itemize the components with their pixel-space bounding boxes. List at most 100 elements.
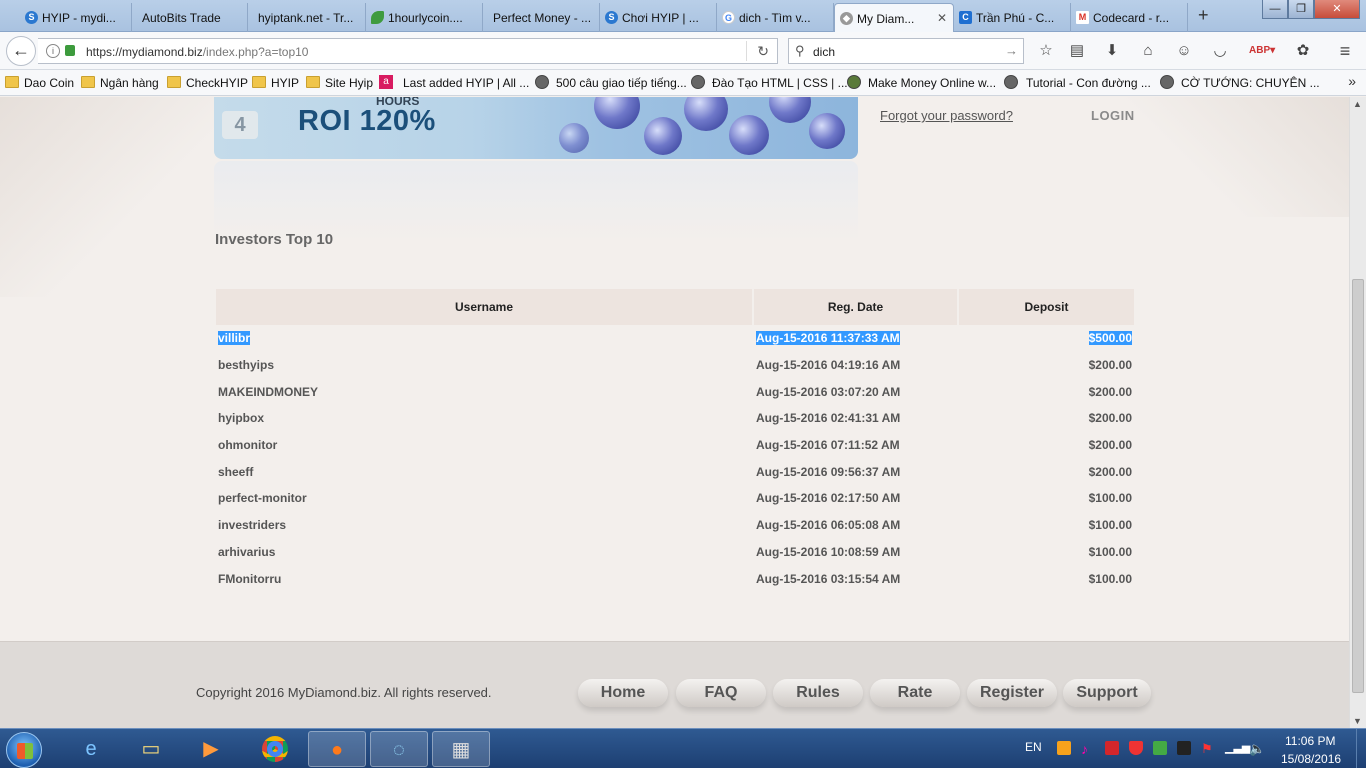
username-cell: hyipbox	[216, 405, 753, 432]
scrollbar-thumb[interactable]	[1352, 279, 1364, 693]
internet-explorer-icon[interactable]: e	[62, 731, 120, 767]
lock-icon[interactable]	[65, 45, 75, 56]
firefox-icon[interactable]: ●	[308, 731, 366, 767]
vertical-scrollbar[interactable]: ▲ ▼	[1349, 97, 1366, 728]
address-bar[interactable]: i https://mydiamond.biz/index.php?a=top1…	[38, 38, 778, 64]
footer-nav-rules[interactable]: Rules	[773, 679, 863, 707]
language-indicator[interactable]: EN	[1025, 740, 1042, 754]
tab-perfect-money[interactable]: Perfect Money - ...	[483, 3, 600, 32]
search-icon: ⚲	[795, 43, 805, 58]
new-tab-button[interactable]: +	[1198, 5, 1209, 26]
tab-tran-phu[interactable]: C Trần Phú - C...	[954, 3, 1071, 32]
bookmark-site-hyip[interactable]: Site Hyip	[306, 76, 373, 90]
scroll-up-icon[interactable]: ▲	[1353, 99, 1362, 109]
leaf-icon	[371, 11, 384, 24]
username-cell-text: hyipbox	[218, 411, 265, 426]
bookmark-ngan-hang[interactable]: Ngân hàng	[81, 76, 159, 90]
monitor-icon[interactable]	[1177, 741, 1191, 755]
bookmark-dao-tao-html[interactable]: Đào Tạo HTML | CSS | ...	[691, 75, 848, 90]
diamond-decoration	[644, 117, 682, 155]
bookmark-500-cau[interactable]: 500 câu giao tiếp tiếng...	[535, 75, 687, 90]
shield-icon[interactable]	[1129, 741, 1143, 755]
folder-icon	[252, 76, 266, 88]
deposit-cell-text: $200.00	[1088, 358, 1132, 373]
bookmarks-menu-icon[interactable]: ▤	[1068, 42, 1086, 60]
bookmark-last-added-hyip[interactable]: a Last added HYIP | All ...	[379, 75, 529, 90]
tab-label: hyiptank.net - Tr...	[258, 11, 354, 25]
close-window-button[interactable]: ✕	[1314, 0, 1360, 19]
chrome-icon[interactable]	[246, 731, 304, 767]
tab-hyip-mydiamond[interactable]: S HYIP - mydi...	[20, 3, 132, 32]
home-icon[interactable]: ⌂	[1139, 42, 1157, 60]
footer-nav-support[interactable]: Support	[1063, 679, 1151, 707]
file-explorer-icon[interactable]: ▭	[122, 731, 180, 767]
username-cell-text: MAKEINDMONEY	[218, 384, 319, 399]
table-row: hyipbox Aug-15-2016 02:41:31 AM $200.00	[216, 405, 1134, 432]
bookmark-co-tuong[interactable]: CỜ TƯỚNG: CHUYÊN ...	[1160, 75, 1320, 90]
reg-date-cell-text: Aug-15-2016 09:56:37 AM	[756, 464, 901, 479]
windows-logo-icon	[17, 743, 33, 759]
hyip-icon: S	[605, 11, 618, 24]
table-row: perfect-monitor Aug-15-2016 02:17:50 AM $1…	[216, 485, 1134, 512]
reg-date-cell: Aug-15-2016 10:08:59 AM	[753, 539, 958, 566]
bookmark-star-icon[interactable]: ☆	[1037, 42, 1055, 60]
bookmark-hyip[interactable]: HYIP	[252, 76, 299, 90]
reg-date-cell-text: Aug-15-2016 04:19:16 AM	[756, 358, 901, 373]
flag-icon[interactable]: ⚑	[1201, 741, 1215, 756]
chat-icon[interactable]: ☺	[1175, 42, 1193, 60]
search-value: dich	[813, 45, 836, 59]
forgot-password-link[interactable]: Forgot your password?	[880, 108, 1013, 123]
calculator-icon[interactable]: ▦	[432, 731, 490, 767]
bookmark-make-money[interactable]: Make Money Online w...	[847, 75, 996, 90]
footer-nav-register[interactable]: Register	[967, 679, 1057, 707]
vivaldi-icon[interactable]	[1105, 741, 1119, 755]
footer-nav-home[interactable]: Home	[578, 679, 668, 707]
tab-autobits-trade[interactable]: AutoBits Trade	[132, 3, 248, 32]
tab-codecard[interactable]: M Codecard - r...	[1071, 3, 1188, 32]
globe-icon	[535, 75, 549, 89]
pocket-icon[interactable]: ◡	[1211, 42, 1229, 60]
login-button[interactable]: LOGIN	[1091, 108, 1135, 123]
footer-nav-faq[interactable]: FAQ	[676, 679, 766, 707]
bookmarks-overflow-icon[interactable]: »	[1348, 73, 1356, 89]
search-go-icon[interactable]: →	[1005, 43, 1018, 58]
bookmark-tutorial[interactable]: Tutorial - Con đường ...	[1004, 75, 1151, 90]
deposit-cell: $500.00	[958, 325, 1134, 352]
table-body: villibr Aug-15-2016 11:37:33 AM $500.00 bes…	[216, 325, 1134, 592]
reload-icon[interactable]: ↻	[757, 43, 769, 60]
scroll-down-icon[interactable]: ▼	[1353, 716, 1362, 726]
downloads-icon[interactable]: ⬇	[1103, 42, 1121, 60]
tab-my-diamond[interactable]: ◆ My Diam... ✕	[834, 3, 954, 32]
show-desktop-button[interactable]	[1356, 729, 1366, 768]
bookmark-checkhyip[interactable]: CheckHYIP	[167, 76, 248, 90]
username-cell-text: perfect-monitor	[218, 491, 307, 506]
close-tab-icon[interactable]: ✕	[937, 11, 947, 25]
extension-icon[interactable]: ✿	[1294, 42, 1312, 60]
footer-nav-rate[interactable]: Rate	[870, 679, 960, 707]
minimize-button[interactable]: —	[1262, 0, 1288, 19]
bookmark-dao-coin[interactable]: Dao Coin	[5, 76, 74, 90]
tab-hyiptank[interactable]: hyiptank.net - Tr...	[248, 3, 366, 32]
volume-icon[interactable]: 🔈	[1249, 741, 1265, 756]
start-button[interactable]	[6, 732, 42, 768]
info-icon[interactable]: i	[46, 44, 60, 58]
app-icon[interactable]: ◌	[370, 731, 428, 767]
search-input[interactable]: ⚲ dich →	[788, 38, 1024, 64]
maximize-button[interactable]: ❐	[1288, 0, 1314, 19]
network-app-icon[interactable]	[1153, 741, 1167, 755]
signal-icon[interactable]: ▁▃▅	[1225, 741, 1250, 755]
tab-google-search[interactable]: G dich - Tìm v...	[717, 3, 834, 32]
deposit-cell: $200.00	[958, 352, 1134, 379]
clock-date[interactable]: 15/08/2016	[1281, 752, 1341, 766]
music-icon[interactable]: ♪	[1081, 741, 1095, 757]
page-footer: Copyright 2016 MyDiamond.biz. All rights…	[0, 641, 1349, 728]
menu-icon[interactable]: ≡	[1336, 42, 1354, 60]
clock-time[interactable]: 11:06 PM	[1285, 734, 1335, 748]
tab-1hourlycoin[interactable]: 1hourlycoin....	[366, 3, 483, 32]
tab-choi-hyip[interactable]: S Chơi HYIP | ...	[600, 3, 717, 32]
bookmark-label: Tutorial - Con đường ...	[1026, 76, 1151, 90]
back-button[interactable]: ←	[6, 36, 36, 66]
adblock-icon[interactable]: ABP▾	[1249, 42, 1275, 60]
tray-icon[interactable]	[1057, 741, 1071, 755]
media-player-icon[interactable]: ▶	[182, 731, 240, 767]
